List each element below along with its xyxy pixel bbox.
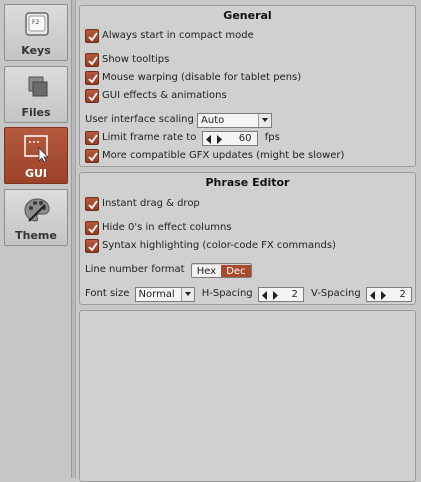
tab-files[interactable]: Files	[4, 66, 68, 123]
spacing-row: Font size Normal H-Spacing 2 V-Spacing 2	[85, 286, 412, 302]
compatible-gfx-checkbox[interactable]: More compatible GFX updates (might be sl…	[85, 148, 344, 164]
font-size-value: Normal	[138, 288, 175, 300]
tab-gui-label: GUI	[24, 167, 48, 180]
ui-scaling-value: Auto	[201, 114, 225, 126]
mouse-warping-checkbox[interactable]: Mouse warping (disable for tablet pens)	[85, 70, 301, 86]
ui-scaling-row: User interface scaling Auto	[85, 112, 273, 128]
phrase-editor-title: Phrase Editor	[205, 176, 290, 189]
line-number-format-toggle[interactable]: Hex Dec	[190, 262, 252, 278]
dec-option[interactable]: Dec	[221, 264, 251, 277]
phrase-editor-panel: Phrase Editor Instant drag & drop Hide 0…	[79, 172, 416, 305]
limit-frame-rate-checkbox[interactable]: Limit frame rate to 60 fps	[85, 130, 280, 146]
instant-drag-checkbox[interactable]: Instant drag & drop	[85, 196, 200, 212]
settings-sidebar: F2 Keys Files GUI Theme	[0, 0, 72, 478]
keyboard-key-icon: F2	[25, 12, 49, 36]
frame-rate-value: 60	[238, 132, 252, 144]
checkbox-checked-icon[interactable]	[85, 71, 99, 85]
fps-label: fps	[264, 132, 280, 143]
checkbox-checked-icon[interactable]	[85, 221, 99, 235]
palette-icon	[24, 198, 50, 222]
syntax-highlight-checkbox[interactable]: Syntax highlighting (color-code FX comma…	[85, 238, 336, 254]
checkbox-checked-icon[interactable]	[85, 131, 99, 145]
chevron-down-icon[interactable]	[258, 113, 272, 127]
tab-theme[interactable]: Theme	[4, 189, 68, 246]
general-panel: General Always start in compact mode Sho…	[79, 5, 416, 167]
tab-keys-label: Keys	[21, 44, 51, 57]
general-title: General	[223, 9, 272, 22]
sidebar-divider	[72, 0, 76, 478]
font-size-label: Font size	[85, 288, 130, 299]
tab-gui[interactable]: GUI	[4, 127, 68, 184]
v-spacing-label: V-Spacing	[311, 288, 361, 299]
checkbox-checked-icon[interactable]	[85, 149, 99, 163]
chevron-down-icon[interactable]	[180, 287, 194, 301]
empty-panel	[79, 310, 416, 482]
ui-scaling-select[interactable]: Auto	[197, 112, 273, 128]
tab-keys[interactable]: F2 Keys	[4, 4, 68, 61]
hide-zeros-checkbox[interactable]: Hide 0's in effect columns	[85, 220, 232, 236]
checkbox-checked-icon[interactable]	[85, 239, 99, 253]
hex-option[interactable]: Hex	[191, 264, 222, 277]
checkbox-checked-icon[interactable]	[85, 29, 99, 43]
v-spacing-stepper[interactable]: 2	[365, 286, 412, 302]
h-spacing-stepper[interactable]: 2	[257, 286, 304, 302]
keys-icon-text: F2	[32, 19, 39, 26]
stepper-arrows-icon[interactable]	[205, 134, 222, 144]
v-spacing-value: 2	[399, 288, 406, 300]
always-compact-checkbox[interactable]: Always start in compact mode	[85, 28, 254, 44]
h-spacing-value: 2	[291, 288, 298, 300]
ui-scaling-label: User interface scaling	[85, 114, 194, 125]
checkbox-checked-icon[interactable]	[85, 89, 99, 103]
files-icon	[28, 76, 48, 97]
show-tooltips-checkbox[interactable]: Show tooltips	[85, 52, 169, 68]
frame-rate-stepper[interactable]: 60	[201, 130, 258, 146]
gui-effects-checkbox[interactable]: GUI effects & animations	[85, 88, 227, 104]
font-size-select[interactable]: Normal	[134, 286, 195, 302]
checkbox-checked-icon[interactable]	[85, 53, 99, 67]
h-spacing-label: H-Spacing	[201, 288, 253, 299]
checkbox-checked-icon[interactable]	[85, 197, 99, 211]
stepper-arrows-icon[interactable]	[261, 290, 278, 300]
tab-files-label: Files	[21, 106, 51, 119]
stepper-arrows-icon[interactable]	[369, 290, 386, 300]
line-number-format-label: Line number format	[85, 264, 185, 275]
line-number-format-row: Line number format Hex Dec	[85, 262, 252, 278]
gui-window-icon	[24, 135, 49, 162]
tab-theme-label: Theme	[15, 229, 57, 242]
